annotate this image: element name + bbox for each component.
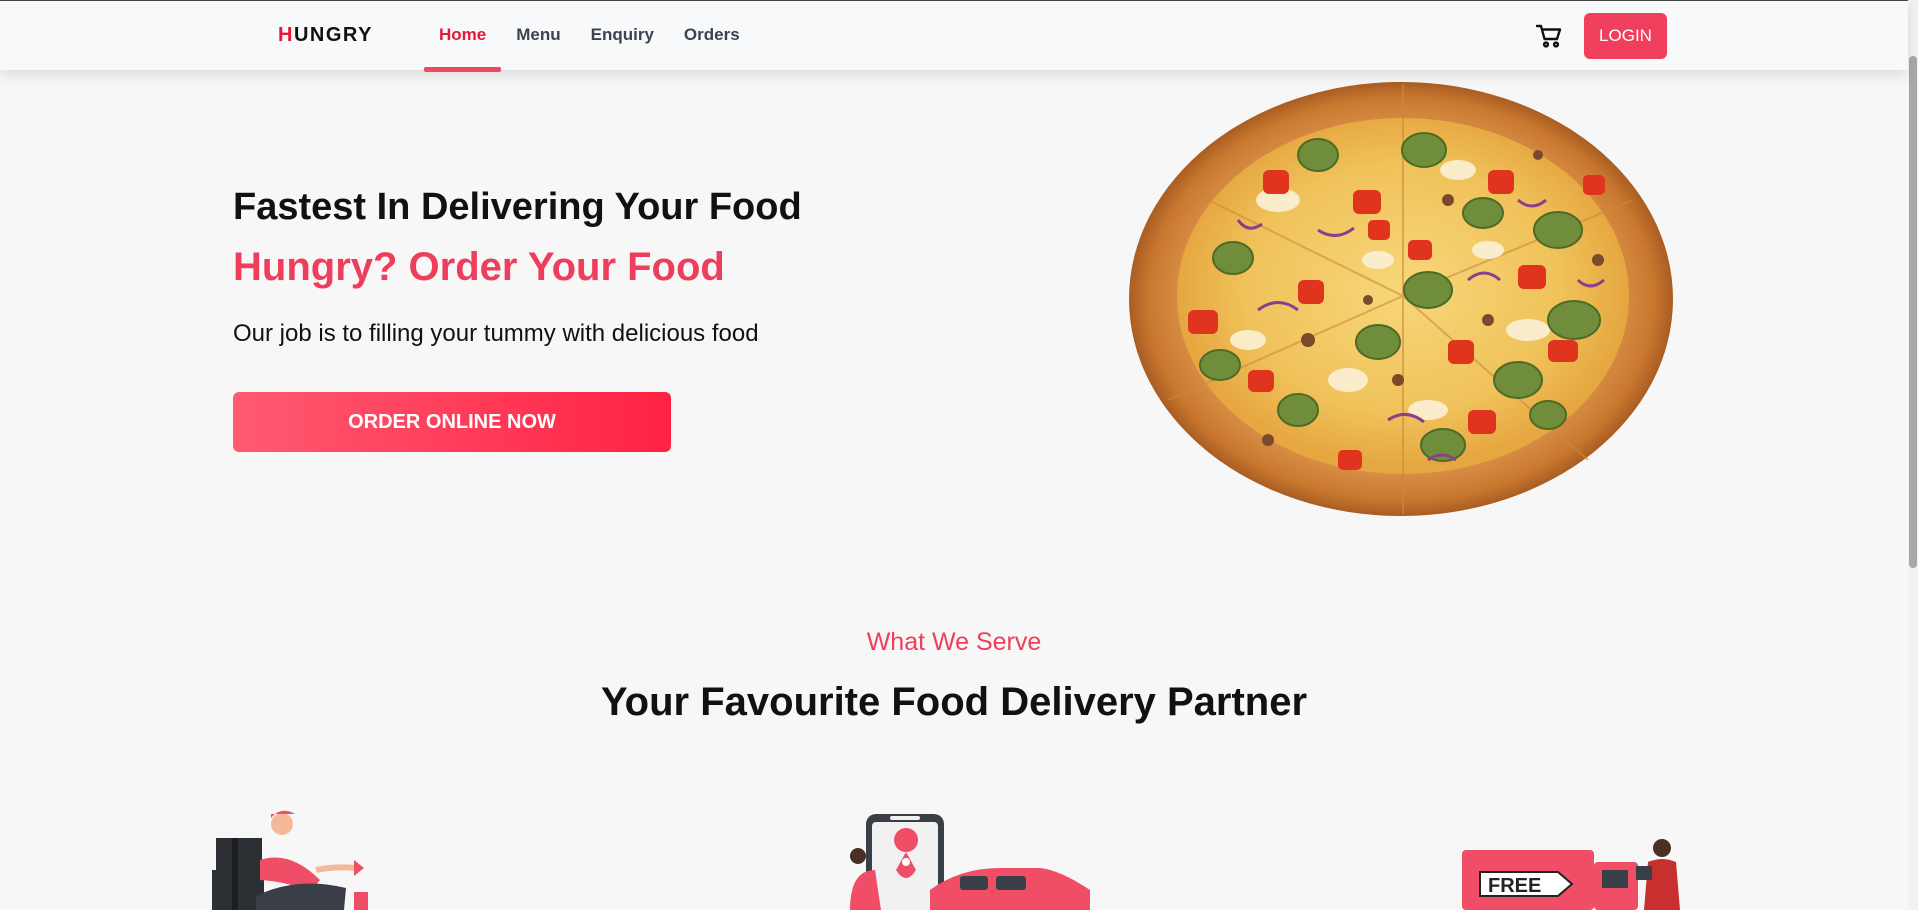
nav-link-orders[interactable]: Orders xyxy=(669,1,755,71)
hero-text: Fastest In Delivering Your Food Hungry? … xyxy=(233,186,802,348)
navbar: HUNGRY Home Menu Enquiry Orders LOGIN xyxy=(0,0,1908,72)
pizza-image xyxy=(1129,82,1673,516)
page-scrollbar[interactable] xyxy=(1908,0,1918,910)
hero-subtitle: Hungry? Order Your Food xyxy=(233,245,725,289)
login-button[interactable]: LOGIN xyxy=(1584,13,1667,59)
hero-description: Our job is to filling your tummy with de… xyxy=(233,320,759,347)
hero-title: Fastest In Delivering Your Food xyxy=(233,186,802,228)
brand-logo[interactable]: HUNGRY xyxy=(278,24,373,47)
delivery-man-illustration xyxy=(212,810,368,910)
cart-icon[interactable] xyxy=(1535,22,1563,50)
scrollbar-thumb[interactable] xyxy=(1909,56,1917,568)
brand-first-letter: H xyxy=(278,24,294,46)
nav-links: Home Menu Enquiry Orders xyxy=(424,1,755,72)
nav-link-enquiry[interactable]: Enquiry xyxy=(576,1,669,71)
map-car-illustration xyxy=(850,814,1090,910)
order-online-button[interactable]: ORDER ONLINE NOW xyxy=(233,392,671,452)
nav-link-menu[interactable]: Menu xyxy=(501,1,575,71)
free-delivery-truck-illustration: FREE xyxy=(1462,839,1680,910)
section-title: Your Favourite Food Delivery Partner xyxy=(600,680,1308,724)
brand-rest: UNGRY xyxy=(293,24,373,46)
free-label: FREE xyxy=(1488,875,1541,897)
nav-link-home[interactable]: Home xyxy=(424,1,502,72)
section-kicker: What We Serve xyxy=(866,628,1042,656)
